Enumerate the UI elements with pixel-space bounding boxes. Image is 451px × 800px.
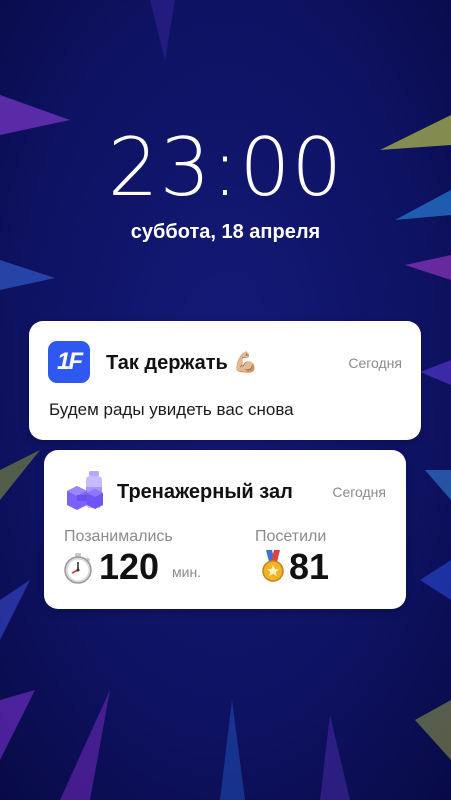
notification-card-motivation[interactable]: 1F Так держать 💪🏼 Сегодня Будем рады уви… bbox=[29, 321, 421, 440]
notification-title: Так держать 💪🏼 bbox=[106, 352, 259, 374]
stat-label: Позанимались bbox=[64, 528, 173, 545]
stat-unit: мин. bbox=[172, 564, 202, 580]
notification-title: Тренажерный зал bbox=[117, 481, 293, 503]
lockscreen-clock: 23:00 bbox=[107, 121, 344, 214]
gym-dumbbell-bottle-icon bbox=[67, 471, 103, 510]
notification-card-gym[interactable]: Тренажерный зал Сегодня Позанимались 120… bbox=[44, 450, 406, 609]
notification-body: Будем рады увидеть вас снова bbox=[49, 400, 294, 419]
stopwatch-icon bbox=[64, 553, 92, 584]
notification-time: Сегодня bbox=[348, 355, 402, 371]
stat-label: Посетили bbox=[255, 528, 327, 545]
1f-app-icon: 1F bbox=[48, 341, 90, 383]
notification-time: Сегодня bbox=[332, 484, 386, 500]
medal-icon bbox=[262, 550, 284, 582]
stat-value: 81 bbox=[289, 546, 330, 587]
stat-value: 120 bbox=[99, 546, 160, 587]
lockscreen-date: суббота, 18 апреля bbox=[130, 221, 321, 243]
